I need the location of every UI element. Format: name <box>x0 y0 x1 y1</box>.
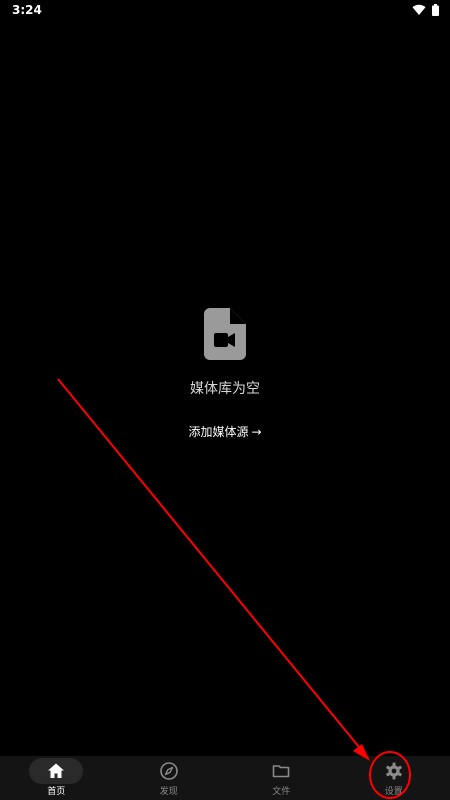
status-time: 3:24 <box>12 3 42 17</box>
status-bar: 3:24 <box>0 0 450 22</box>
gear-icon <box>385 762 402 780</box>
nav-item-settings[interactable]: 设置 <box>338 756 450 800</box>
nav-label-discover: 发现 <box>159 787 178 797</box>
folder-icon <box>272 765 290 778</box>
nav-label-files: 文件 <box>272 787 291 797</box>
add-media-source-label: 添加媒体源 <box>188 425 249 439</box>
add-media-source-link[interactable]: 添加媒体源 → <box>188 423 261 440</box>
status-icons <box>412 4 439 16</box>
nav-item-discover[interactable]: 发现 <box>113 756 226 800</box>
arrow-right-icon: → <box>251 424 262 439</box>
wifi-icon <box>412 4 426 16</box>
empty-library-message: 媒体库为空 <box>190 381 260 397</box>
bottom-nav: 首页 发现 文件 设置 <box>0 756 450 800</box>
app-screen: 3:24 媒体库为空 添加媒体源 → 首页 发现 文件 设置 <box>0 0 450 800</box>
empty-state: 媒体库为空 添加媒体源 → <box>0 308 450 440</box>
nav-label-settings: 设置 <box>384 787 403 797</box>
nav-label-home: 首页 <box>47 787 66 797</box>
battery-icon <box>432 4 439 16</box>
video-file-icon <box>204 308 246 360</box>
home-icon <box>48 763 65 778</box>
nav-item-home[interactable]: 首页 <box>0 756 113 800</box>
compass-icon <box>159 762 178 780</box>
nav-item-files[interactable]: 文件 <box>225 756 338 800</box>
